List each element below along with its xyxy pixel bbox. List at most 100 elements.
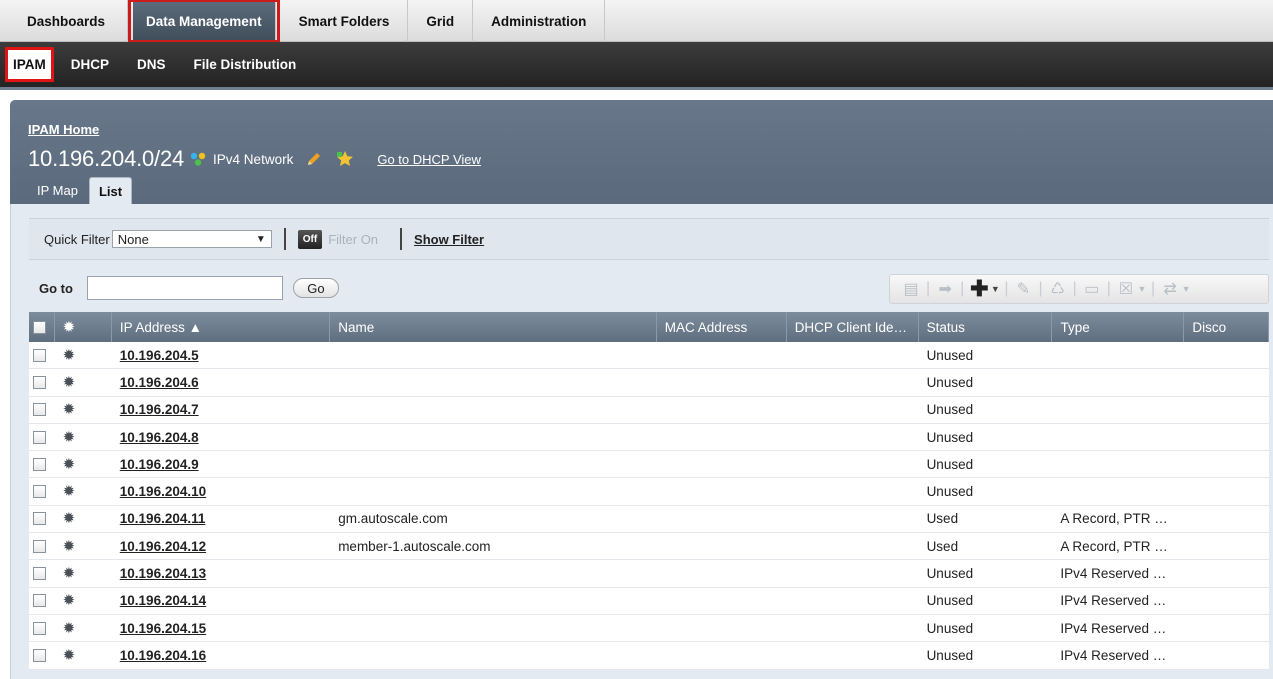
row-settings-cell: ✹ [55,342,112,368]
gear-icon[interactable]: ✹ [63,484,76,499]
gear-icon[interactable]: ✹ [63,457,76,472]
ip-address-link[interactable]: 10.196.204.14 [120,593,206,608]
row-checkbox[interactable] [33,430,46,444]
ip-address-link[interactable]: 10.196.204.7 [120,402,199,417]
row-checkbox[interactable] [33,539,46,553]
tab-list[interactable]: List [88,177,133,204]
ip-address-link[interactable]: 10.196.204.12 [120,539,206,554]
name-cell [330,369,657,395]
col-type[interactable]: Type [1052,312,1185,342]
go-to-dhcp-view-link[interactable]: Go to DHCP View [377,152,481,167]
gear-icon[interactable]: ✹ [63,593,76,608]
tab-smart-folders[interactable]: Smart Folders [281,0,409,42]
col-discovered[interactable]: Disco [1184,312,1270,342]
favorite-star-icon[interactable] [335,150,355,168]
table-row[interactable]: ✹ 10.196.204.16 Unused IPv4 Reserved … [29,642,1269,670]
row-checkbox[interactable] [33,594,46,608]
status-cell: Unused [926,566,974,582]
ip-address-link[interactable]: 10.196.204.10 [120,484,206,499]
edit-icon[interactable]: ✎ [1012,279,1034,299]
col-mac-address[interactable]: MAC Address [657,312,787,342]
gear-icon[interactable]: ✹ [63,511,76,526]
table-row[interactable]: ✹ 10.196.204.12 member-1.autoscale.com Used… [29,533,1269,561]
col-dhcp-client-id[interactable]: DHCP Client Ide… [787,312,919,342]
type-cell [1052,478,1184,504]
tab-ip-map[interactable]: IP Map [28,177,87,204]
show-filter-link[interactable]: Show Filter [414,232,484,247]
subtab-file-distribution[interactable]: File Distribution [194,57,297,72]
move-icon[interactable]: ⇄ [1159,279,1181,299]
subtab-dhcp[interactable]: DHCP [71,57,109,72]
gear-icon[interactable]: ✹ [63,348,76,363]
row-checkbox[interactable] [33,403,46,417]
add-icon[interactable]: ✚ [968,276,990,302]
ip-address-link[interactable]: 10.196.204.13 [120,566,206,581]
gear-icon[interactable]: ✹ [63,539,76,554]
row-checkbox[interactable] [33,485,46,499]
col-name[interactable]: Name [330,312,657,342]
type-cell [1052,397,1184,423]
table-row[interactable]: ✹ 10.196.204.7 Unused [29,396,1269,424]
col-ip-address[interactable]: IP Address ▲ [112,312,331,342]
discovered-cell [1184,342,1269,368]
row-checkbox[interactable] [33,375,46,389]
gear-icon[interactable]: ✹ [63,402,76,417]
move-dropdown-icon[interactable]: ▼ [1181,284,1191,294]
subtab-ipam[interactable]: IPAM [5,47,54,82]
tab-grid[interactable]: Grid [408,0,474,42]
status-cell: Used [926,538,959,554]
table-row[interactable]: ✹ 10.196.204.5 Unused [29,342,1269,370]
row-checkbox[interactable] [33,621,46,635]
add-dropdown-icon[interactable]: ▼ [990,284,1000,294]
comment-icon[interactable]: ▭ [1081,279,1103,299]
arrow-right-icon[interactable]: ➡ [934,279,956,299]
gear-icon[interactable]: ✹ [63,430,76,445]
table-row[interactable]: ✹ 10.196.204.15 Unused IPv4 Reserved … [29,614,1269,643]
delete-icon[interactable]: ☒ [1115,279,1137,299]
row-settings-cell: ✹ [55,424,112,450]
ip-address-link[interactable]: 10.196.204.9 [120,457,199,472]
col-status[interactable]: Status [919,312,1053,342]
tab-dashboards[interactable]: Dashboards [0,0,129,42]
ip-address-link[interactable]: 10.196.204.8 [120,430,199,445]
filter-toggle-off[interactable]: Off [297,229,323,249]
go-button[interactable]: Go [292,278,339,298]
row-checkbox[interactable] [33,648,46,662]
goto-input[interactable] [86,276,283,300]
table-row[interactable]: ✹ 10.196.204.8 Unused [29,423,1269,452]
table-row[interactable]: ✹ 10.196.204.14 Unused IPv4 Reserved … [29,587,1269,615]
gear-icon[interactable]: ✹ [63,648,76,663]
table-row[interactable]: ✹ 10.196.204.6 Unused [29,369,1269,397]
select-all-checkbox[interactable] [33,320,46,334]
delete-dropdown-icon[interactable]: ▼ [1137,284,1147,294]
row-checkbox[interactable] [33,512,46,526]
ip-address-link[interactable]: 10.196.204.6 [120,375,199,390]
edit-pencil-icon[interactable] [305,150,323,168]
row-checkbox[interactable] [33,348,46,362]
tab-administration[interactable]: Administration [473,0,606,42]
gear-icon[interactable]: ✹ [63,375,76,390]
row-checkbox[interactable] [33,457,46,471]
row-checkbox[interactable] [33,567,46,581]
row-settings-cell: ✹ [55,642,112,668]
table-row[interactable]: ✹ 10.196.204.13 Unused IPv4 Reserved … [29,560,1269,588]
gear-icon[interactable]: ✹ [63,320,76,335]
table-row[interactable]: ✹ 10.196.204.11 gm.autoscale.com Used A Reco… [29,505,1269,534]
quick-filter-select[interactable]: None ▼ [111,230,272,248]
gear-icon[interactable]: ✹ [63,566,76,581]
ip-address-link[interactable]: 10.196.204.11 [120,511,206,526]
recycle-icon[interactable]: ♺ [1047,279,1069,299]
table-row[interactable]: ✹ 10.196.204.10 Unused [29,478,1269,506]
name-cell [330,588,657,614]
document-icon[interactable]: ▤ [900,279,922,299]
gear-icon[interactable]: ✹ [63,621,76,636]
row-settings-cell: ✹ [55,478,112,504]
ip-address-link[interactable]: 10.196.204.16 [120,648,206,663]
ip-address-link[interactable]: 10.196.204.15 [120,621,206,636]
table-row[interactable]: ✹ 10.196.204.9 Unused [29,451,1269,479]
ipam-home-link[interactable]: IPAM Home [28,122,99,137]
type-cell: IPv4 Reserved … [1060,620,1167,636]
subtab-dns[interactable]: DNS [137,57,166,72]
tab-data-management[interactable]: Data Management [128,0,280,43]
ip-address-link[interactable]: 10.196.204.5 [120,348,199,363]
